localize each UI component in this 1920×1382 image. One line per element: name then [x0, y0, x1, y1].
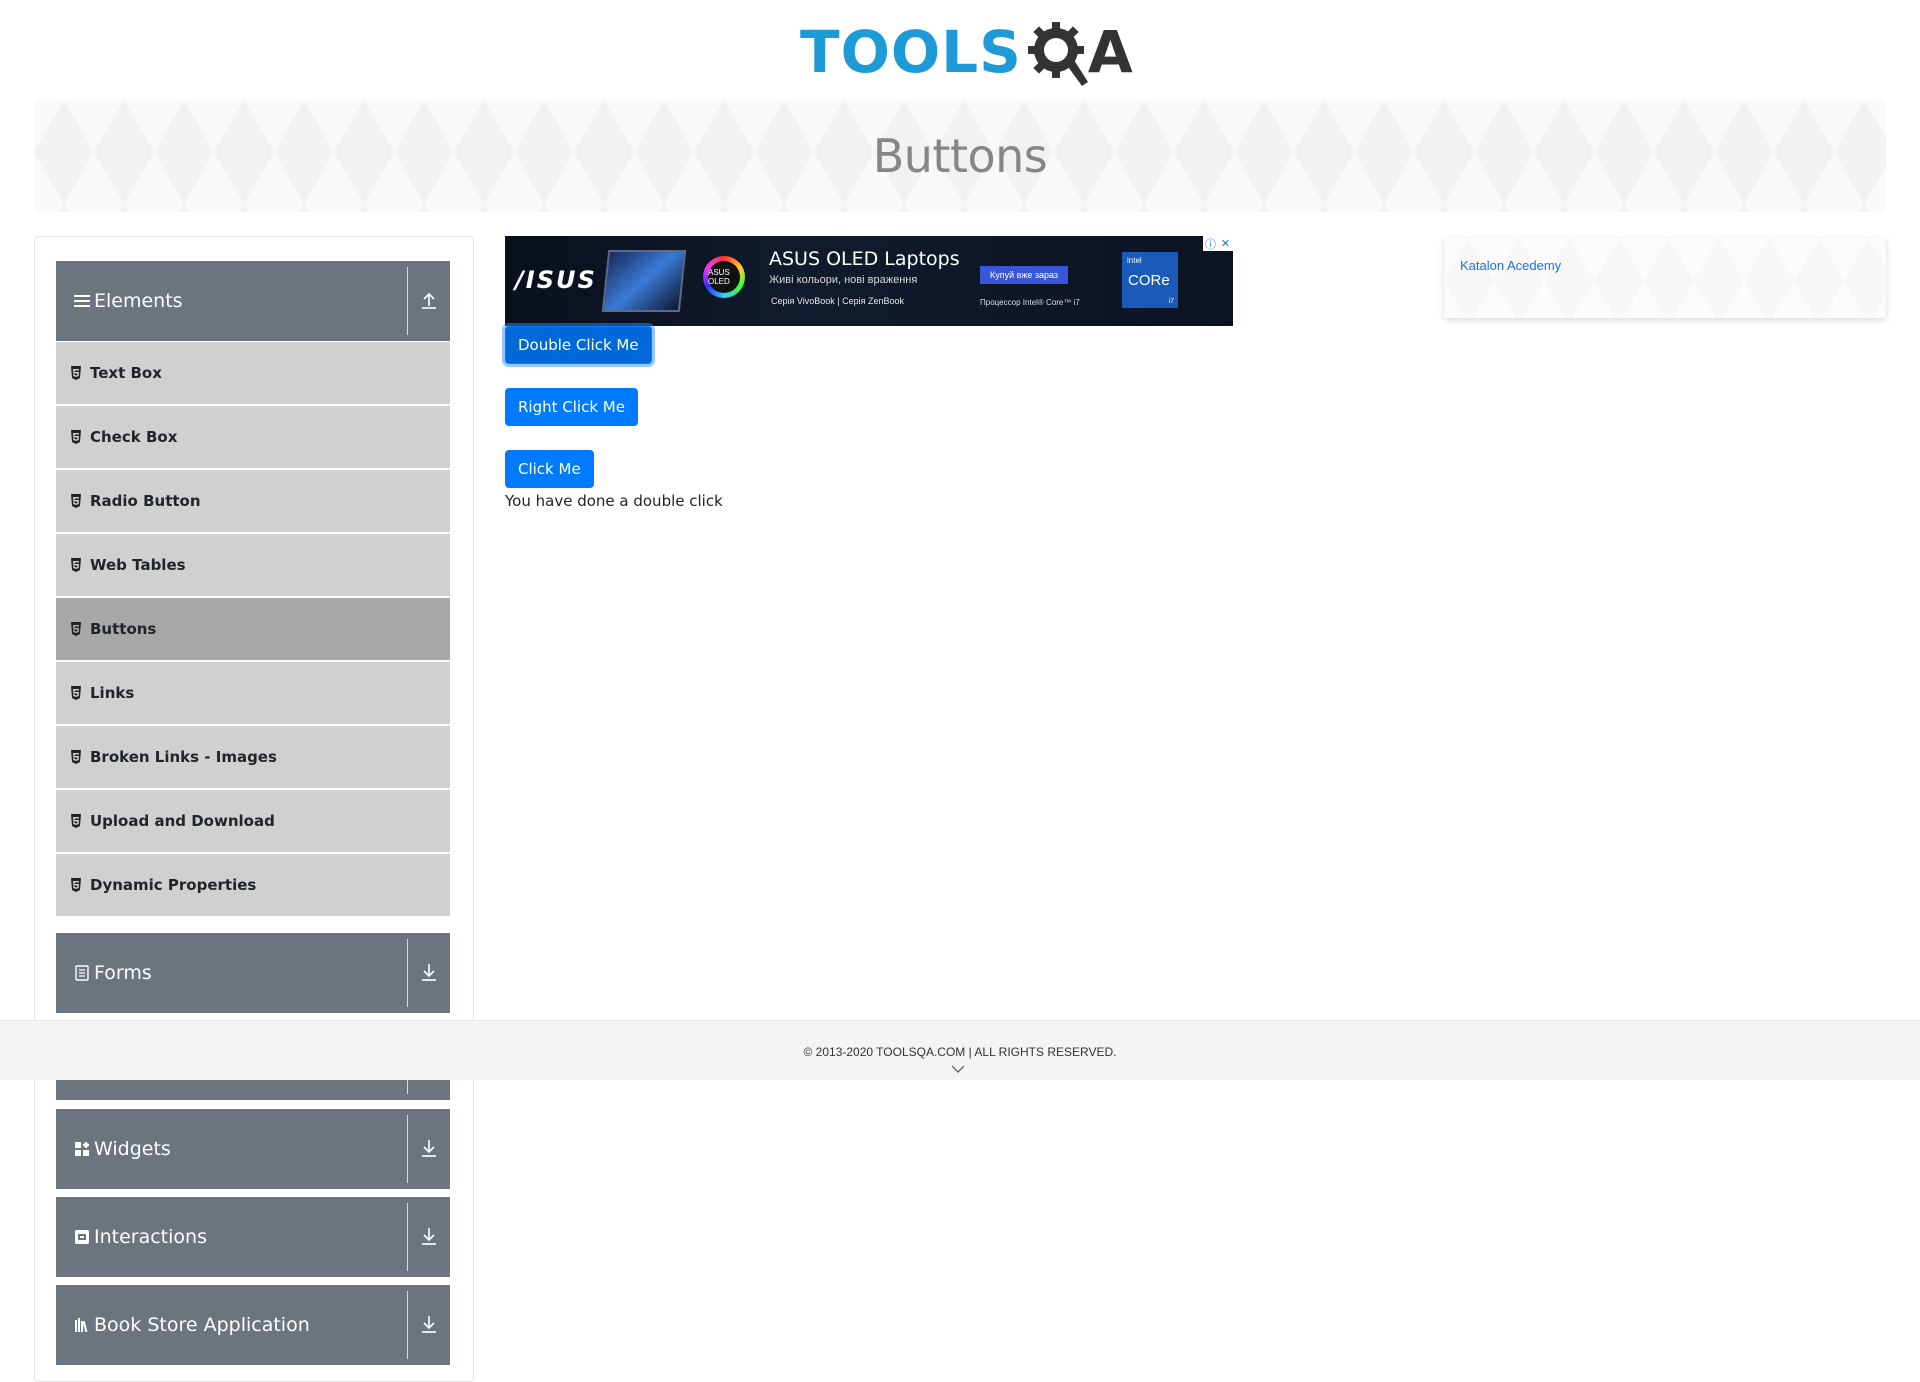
ad-banner[interactable]: /ISUS ASUS OLED ASUS OLED Laptops Живі к… [505, 236, 1233, 326]
html5-icon [71, 622, 81, 636]
right-click-button[interactable]: Right Click Me [505, 388, 638, 426]
interactions-icon [75, 1230, 89, 1244]
sidebar-item-label: Check Box [90, 428, 178, 446]
expand-down-icon[interactable] [416, 1223, 442, 1249]
html5-icon [71, 366, 81, 380]
page-title: Buttons [872, 129, 1048, 183]
group-divider [407, 267, 408, 335]
katalon-ad[interactable]: Katalon Acedemy [1444, 238, 1886, 318]
group-header-interactions[interactable]: Interactions [56, 1197, 450, 1277]
ad-series: Серія VivoBook | Серія ZenBook [771, 296, 904, 306]
expand-down-icon[interactable] [416, 959, 442, 985]
intel-tier: i7 [1168, 298, 1174, 305]
sidebar-item-label: Dynamic Properties [90, 876, 257, 894]
katalon-ad-alt-text[interactable]: Katalon Acedemy [1460, 258, 1561, 273]
group-divider [407, 939, 408, 1007]
sidebar-item-upload-download[interactable]: Upload and Download [56, 790, 450, 852]
sidebar-item-web-tables[interactable]: Web Tables [56, 534, 450, 596]
expand-down-icon[interactable] [416, 1311, 442, 1337]
sidebar-item-buttons[interactable]: Buttons [56, 598, 450, 660]
toolsqa-logo[interactable]: TOOLS A [800, 14, 1133, 90]
sidebar-item-label: Web Tables [90, 556, 186, 574]
html5-icon [71, 494, 81, 508]
html5-icon [71, 814, 81, 828]
click-me-button[interactable]: Click Me [505, 450, 594, 488]
ad-processor: Процессор Intel® Core™ i7 [980, 298, 1080, 307]
ad-oled-badge: ASUS OLED [703, 256, 745, 298]
intel-core-badge: intel CORe i7 [1122, 252, 1178, 308]
footer-copyright: © 2013-2020 TOOLSQA.COM | ALL RIGHTS RES… [803, 1045, 1117, 1059]
footer: © 2013-2020 TOOLSQA.COM | ALL RIGHTS RES… [0, 1020, 1920, 1080]
ad-subtitle: Живі кольори, нові враження [769, 274, 918, 286]
widgets-icon [75, 1141, 90, 1156]
sidebar-item-broken-links[interactable]: Broken Links - Images [56, 726, 450, 788]
ad-cta-button[interactable]: Купуй вже зараз [980, 266, 1069, 284]
ad-title: ASUS OLED Laptops [769, 248, 960, 270]
html5-icon [71, 430, 81, 444]
sidebar-item-check-box[interactable]: Check Box [56, 406, 450, 468]
sidebar-item-label: Upload and Download [90, 812, 275, 830]
group-divider [407, 1291, 408, 1359]
sidebar-item-radio-button[interactable]: Radio Button [56, 470, 450, 532]
intel-core: CORe [1128, 272, 1170, 289]
group-header-forms[interactable]: Forms [56, 933, 450, 1013]
chevron-down-icon[interactable] [950, 1063, 966, 1075]
expand-down-icon[interactable] [416, 1135, 442, 1161]
group-label-interactions: Interactions [94, 1226, 207, 1248]
sidebar-item-label: Radio Button [90, 492, 201, 510]
ad-info-icon[interactable]: ⓘ [1203, 236, 1218, 251]
ad-oled-text: ASUS OLED [708, 261, 740, 293]
double-click-message: You have done a double click [505, 492, 723, 510]
group-label-book-store: Book Store Application [94, 1314, 310, 1336]
page-banner: Buttons [34, 100, 1886, 212]
bookstore-icon [75, 1318, 88, 1333]
group-header-elements[interactable]: Elements [56, 261, 450, 341]
group-label-elements: Elements [94, 290, 183, 312]
group-header-book-store[interactable]: Book Store Application [56, 1285, 450, 1365]
collapse-up-icon[interactable] [416, 287, 442, 313]
ad-brand-logo: /ISUS [515, 266, 597, 294]
sidebar-item-label: Links [90, 684, 135, 702]
hamburger-icon [74, 295, 90, 307]
html5-icon [71, 878, 81, 892]
form-icon [75, 965, 89, 981]
logo-text-tools: TOOLS [800, 18, 1022, 86]
logo-text-a: A [1087, 18, 1133, 86]
ad-close-icon[interactable]: ✕ [1218, 236, 1233, 251]
sidebar-item-label: Text Box [90, 364, 162, 382]
group-label-widgets: Widgets [94, 1138, 171, 1160]
gear-magnifier-icon [1027, 22, 1088, 86]
sidebar-item-text-box[interactable]: Text Box [56, 342, 450, 404]
group-divider [407, 1203, 408, 1271]
html5-icon [71, 750, 81, 764]
sidebar-item-links[interactable]: Links [56, 662, 450, 724]
double-click-button[interactable]: Double Click Me [505, 326, 652, 364]
sidebar-item-label: Broken Links - Images [90, 748, 277, 766]
group-label-forms: Forms [94, 962, 152, 984]
group-header-widgets[interactable]: Widgets [56, 1109, 450, 1189]
ad-controls: ⓘ ✕ [1203, 236, 1233, 251]
sidebar-item-label: Buttons [90, 620, 157, 638]
intel-brand: intel [1127, 256, 1142, 265]
ad-laptop-image [601, 250, 687, 312]
group-divider [407, 1115, 408, 1183]
sidebar-item-dynamic-properties[interactable]: Dynamic Properties [56, 854, 450, 916]
html5-icon [71, 558, 81, 572]
html5-icon [71, 686, 81, 700]
